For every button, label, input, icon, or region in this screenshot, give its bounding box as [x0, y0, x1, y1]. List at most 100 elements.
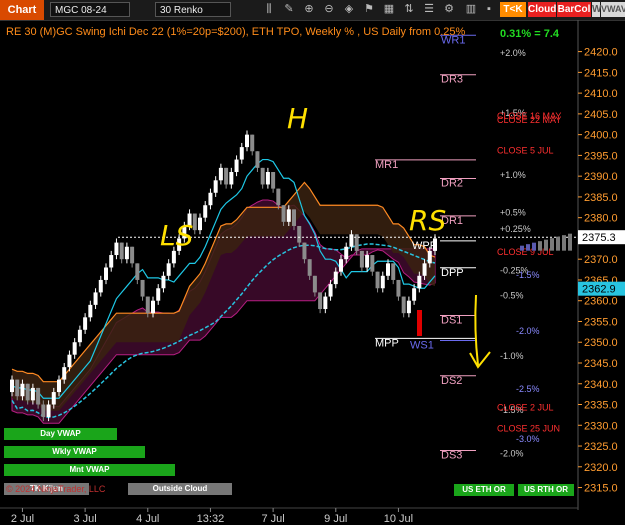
pivot-label: DR2 — [441, 178, 463, 190]
renko-brick — [130, 246, 135, 264]
bar-type-icon[interactable]: ⫼ — [262, 2, 276, 17]
copyright-text: © 2024 NinjaTrader, LLC — [6, 484, 106, 494]
tpo-bar — [568, 233, 572, 251]
renko-brick — [312, 275, 317, 293]
renko-brick — [359, 250, 364, 268]
time-axis-tick-label: 4 Jul — [136, 513, 159, 525]
renko-brick — [218, 167, 223, 181]
renko-brick — [140, 279, 145, 297]
chart-menu-button[interactable]: Chart — [0, 0, 44, 20]
renko-brick — [135, 263, 140, 280]
renko-brick — [276, 188, 281, 206]
properties-icon[interactable]: ☰ — [422, 2, 436, 17]
strategy-icon[interactable]: ⚑ — [362, 2, 376, 17]
percent-level-label: +0.5% — [500, 208, 526, 218]
renko-brick — [271, 172, 276, 189]
renko-brick — [427, 250, 432, 264]
percent-level-label: -2.5% — [516, 384, 540, 394]
pivot-label: MR1 — [375, 159, 398, 171]
pivot-label: DS1 — [441, 315, 462, 327]
tag-icon[interactable]: ◈ — [342, 2, 356, 17]
renko-brick — [375, 271, 380, 289]
percent-level-label: -3.0% — [516, 434, 540, 444]
interval-selector[interactable]: 30 Renko — [155, 2, 231, 17]
renko-brick — [10, 379, 14, 393]
renko-brick — [229, 172, 234, 185]
left-shoulder-annotation: LS — [160, 219, 193, 252]
renko-brick — [260, 167, 265, 185]
percent-level-label: -1.0% — [500, 351, 524, 361]
more-icon[interactable]: ▪ — [482, 2, 496, 17]
renko-brick — [281, 205, 286, 222]
renko-brick — [245, 134, 249, 148]
time-axis-tick-label: 9 Jul — [324, 513, 347, 525]
w-button[interactable]: W — [592, 2, 601, 17]
renko-brick — [234, 159, 239, 173]
down-arrow-annotation — [469, 294, 491, 369]
renko-brick — [104, 267, 108, 280]
renko-brick — [114, 242, 119, 256]
time-axis-tick-label: 13:32 — [197, 513, 225, 525]
instrument-selector[interactable]: MGC 08-24 — [50, 2, 130, 17]
time-axis-tick-label: 3 Jul — [73, 513, 96, 525]
price-axis-tick-label: 2330.0 — [584, 420, 618, 432]
time-axis-tick-label: 10 Jul — [384, 513, 413, 525]
pivot-label: WS1 — [410, 339, 434, 351]
price-axis-tick-label: 2345.0 — [584, 358, 618, 370]
renko-brick — [255, 151, 260, 168]
renko-brick — [151, 300, 155, 314]
monthly-vwap-button[interactable]: Mnt VWAP — [4, 464, 175, 476]
tpo-bar — [538, 241, 542, 251]
renko-brick — [198, 217, 202, 231]
pivot-label: DS2 — [441, 375, 462, 387]
renko-brick — [30, 387, 35, 401]
percent-level-label: +2.0% — [500, 48, 526, 58]
tpo-bar — [520, 245, 524, 251]
outside-cloud-button[interactable]: Outside Cloud — [128, 483, 232, 495]
vwave-button[interactable]: VWAVE — [601, 2, 625, 17]
tk-brand-button[interactable]: T<K — [500, 2, 526, 17]
draw-tool-icon[interactable]: ✎ — [282, 2, 296, 17]
tpo-bar — [556, 236, 560, 251]
time-axis-tick-label: 7 Jul — [261, 513, 284, 525]
renko-brick — [192, 213, 197, 231]
price-axis-tick-label: 2315.0 — [584, 483, 618, 495]
renko-brick — [20, 383, 25, 397]
head-annotation: H — [287, 102, 308, 135]
weekly-vwap-button[interactable]: Wkly VWAP — [4, 446, 145, 458]
percent-level-label: -1.5% — [516, 270, 540, 280]
renko-brick — [109, 255, 114, 268]
renko-brick — [412, 288, 417, 301]
renko-brick — [297, 225, 302, 243]
chart-toolbar: Chart MGC 08-24 30 Renko ⫼ ✎ ⊕ ⊖ ◈ ⚑ ▦ ⇅… — [0, 0, 625, 21]
renko-brick — [41, 404, 46, 417]
zoom-out-icon[interactable]: ⊖ — [322, 2, 336, 17]
renko-brick — [93, 292, 98, 305]
renko-brick — [98, 279, 103, 293]
renko-brick — [72, 342, 77, 355]
chart-trader-icon[interactable]: ▥ — [464, 2, 478, 17]
grid-icon[interactable]: ▦ — [382, 2, 396, 17]
cloud-button[interactable]: Cloud — [528, 2, 556, 17]
day-vwap-button[interactable]: Day VWAP — [4, 428, 117, 440]
renko-brick — [213, 180, 218, 193]
chart-caption: RE 30 (M)GC Swing Ichi Dec 22 (1%=20p=$2… — [6, 26, 466, 38]
renko-brick — [328, 284, 333, 297]
renko-brick — [417, 275, 422, 289]
price-axis-tick-label: 2370.0 — [584, 254, 618, 266]
renko-brick — [57, 379, 61, 393]
sort-icon[interactable]: ⇅ — [402, 2, 416, 17]
pivot-label: DR3 — [441, 74, 463, 86]
zoom-in-icon[interactable]: ⊕ — [302, 2, 316, 17]
renko-brick — [208, 192, 213, 206]
renko-brick — [265, 172, 270, 185]
us-rth-or-button[interactable]: US RTH OR — [518, 484, 574, 496]
renko-brick — [46, 404, 51, 417]
indicators-icon[interactable]: ⚙ — [442, 2, 456, 17]
renko-brick — [83, 317, 88, 330]
tpo-bar — [550, 238, 554, 251]
barcol-button[interactable]: BarCol — [557, 2, 591, 17]
tpo-bar — [526, 244, 530, 251]
renko-brick — [161, 275, 166, 289]
us-eth-or-button[interactable]: US ETH OR — [454, 484, 514, 496]
